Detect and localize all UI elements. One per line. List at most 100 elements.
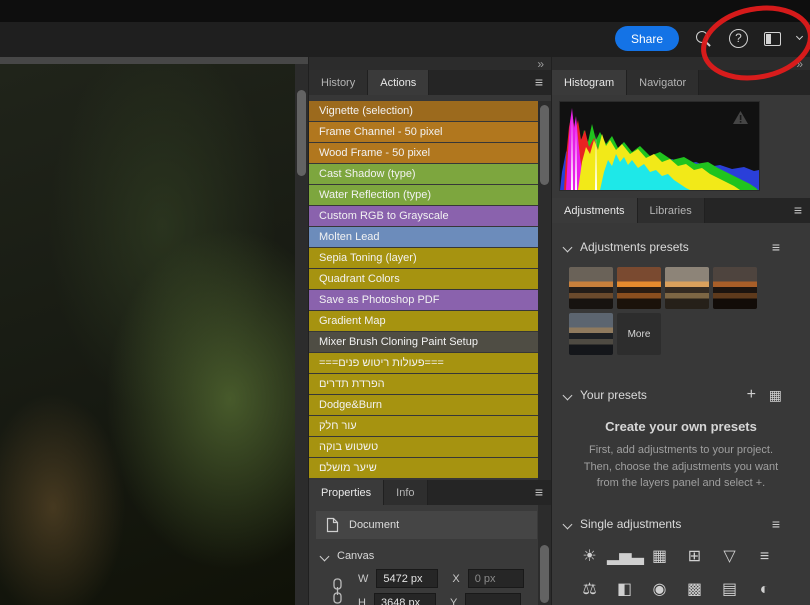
preset-thumbnails (569, 267, 764, 355)
search-icon[interactable] (695, 30, 713, 48)
preset-2-thumbnail[interactable] (617, 267, 661, 309)
x-field[interactable]: 0 px (468, 569, 524, 588)
collapse-panels-icon[interactable]: » (537, 59, 544, 69)
action-item[interactable]: Wood Frame - 50 pixel (309, 143, 538, 163)
action-item[interactable]: Save as Photoshop PDF (309, 290, 538, 310)
histogram-image (559, 101, 760, 191)
empty-state-line1: First, add adjustments to your project. (552, 444, 810, 456)
preset-4-thumbnail[interactable] (713, 267, 757, 309)
actions-scrollbar[interactable] (538, 101, 551, 480)
single-adjustments-grid: ☀▂▅▃▦⊞▽≡ ⚖◧◉▩▤◐ (572, 545, 784, 602)
action-item[interactable]: Sepia Toning (layer) (309, 248, 538, 268)
presets-menu-icon[interactable]: ≡ (772, 239, 780, 255)
share-button[interactable]: Share (615, 26, 679, 51)
canvas-scrollbar[interactable] (295, 64, 308, 605)
action-item[interactable]: Frame Channel - 50 pixel (309, 122, 538, 142)
right-panel: » Histogram Navigator (551, 57, 810, 605)
height-label: H (358, 597, 366, 605)
preset-1-thumbnail[interactable] (569, 267, 613, 309)
empty-state-line2: Then, choose the adjustments you want (552, 461, 810, 473)
histogram-body (552, 95, 810, 198)
adjustments-presets-header[interactable]: Adjustments presets ≡ (564, 240, 798, 254)
chevron-down-icon (563, 242, 573, 252)
adjustments-body: Adjustments presets ≡ More Your presets … (552, 223, 810, 605)
action-item[interactable]: Cast Shadow (type) (309, 164, 538, 184)
photo-image (0, 64, 295, 605)
grid-view-icon[interactable]: ▦ (769, 387, 782, 404)
single-adjustments-label: Single adjustments (580, 517, 681, 531)
single-adjustments-menu-icon[interactable]: ≡ (772, 516, 780, 532)
brightness-contrast-icon[interactable]: ☀ (572, 545, 607, 569)
action-item[interactable]: עור חלק (309, 416, 538, 436)
single-adjustments-header[interactable]: Single adjustments ≡ (564, 517, 798, 531)
help-icon[interactable]: ? (729, 29, 748, 48)
photo-filter-icon[interactable]: ◉ (642, 578, 677, 602)
action-item[interactable]: Quadrant Colors (309, 269, 538, 289)
channel-mixer-icon[interactable]: ▩ (677, 578, 712, 602)
your-presets-header[interactable]: Your presets + ▦ (564, 388, 798, 402)
actions-tabbar: History Actions ≡ (309, 70, 551, 95)
panel-group-header: » (309, 57, 551, 70)
black-white-icon[interactable]: ◧ (607, 578, 642, 602)
action-item[interactable]: Custom RGB to Grayscale (309, 206, 538, 226)
action-item[interactable]: שיער מושלם (309, 458, 538, 478)
action-item[interactable]: Mixer Brush Cloning Paint Setup (309, 332, 538, 352)
tab-libraries[interactable]: Libraries (638, 198, 705, 223)
panel-menu-icon[interactable]: ≡ (535, 74, 543, 90)
your-presets-label: Your presets (580, 388, 647, 402)
adjustments-presets-label: Adjustments presets (580, 240, 689, 254)
properties-scrollbar[interactable] (538, 505, 551, 605)
action-item[interactable]: Dodge&Burn (309, 395, 538, 415)
histogram-tabbar: Histogram Navigator (552, 70, 810, 95)
more-presets-button[interactable]: More (617, 313, 661, 355)
curves-icon[interactable]: ▦ (642, 545, 677, 569)
link-dimensions-icon[interactable] (331, 578, 344, 604)
canvas-section-header[interactable]: Canvas (321, 550, 374, 562)
document-label: Document (349, 519, 399, 531)
empty-state-line3: from the layers panel and select +. (552, 477, 810, 489)
width-field[interactable]: 5472 px (376, 569, 438, 588)
action-item[interactable]: Gradient Map (309, 311, 538, 331)
tab-properties[interactable]: Properties (309, 480, 384, 505)
tab-histogram[interactable]: Histogram (552, 70, 627, 95)
properties-tabbar: Properties Info ≡ (309, 480, 551, 505)
vibrance-icon[interactable]: ▽ (712, 545, 747, 569)
tab-info[interactable]: Info (384, 480, 427, 505)
chevron-down-icon[interactable] (796, 33, 803, 40)
preset-5-thumbnail[interactable] (569, 313, 613, 355)
action-item[interactable]: ===פעולות ריטוש פנים=== (309, 353, 538, 373)
topbar: Share ? (0, 0, 810, 57)
width-label: W (358, 573, 368, 585)
action-item[interactable]: הפרדת תדרים (309, 374, 538, 394)
action-item[interactable]: Vignette (selection) (309, 101, 538, 121)
add-preset-icon[interactable]: + (747, 386, 756, 404)
action-item[interactable]: Water Reflection (type) (309, 185, 538, 205)
color-lookup-icon[interactable]: ▤ (712, 578, 747, 602)
exposure-icon[interactable]: ⊞ (677, 545, 712, 569)
hue-saturation-icon[interactable]: ≡ (747, 545, 782, 569)
color-balance-icon[interactable]: ⚖ (572, 578, 607, 602)
y-field[interactable] (465, 593, 521, 605)
collapse-panels-icon[interactable]: » (796, 59, 803, 69)
document-canvas[interactable] (0, 57, 308, 605)
actions-list: Vignette (selection)Frame Channel - 50 p… (309, 101, 538, 480)
tab-history[interactable]: History (309, 70, 368, 95)
invert-icon[interactable]: ◐ (747, 578, 782, 602)
panel-layout-icon[interactable] (764, 32, 781, 46)
action-item[interactable]: טשטוש בוקה (309, 437, 538, 457)
create-presets-title: Create your own presets (552, 419, 810, 434)
tab-navigator[interactable]: Navigator (627, 70, 699, 95)
panel-menu-icon[interactable]: ≡ (535, 484, 543, 500)
chevron-down-icon (320, 551, 330, 561)
warning-icon[interactable] (732, 110, 749, 125)
tab-adjustments[interactable]: Adjustments (552, 198, 638, 223)
panel-group-header: » (552, 57, 810, 70)
action-item[interactable]: Molten Lead (309, 227, 538, 247)
levels-icon[interactable]: ▂▅▃ (607, 545, 642, 569)
properties-panel: Properties Info ≡ Document Canvas W 5472… (308, 480, 551, 605)
panel-menu-icon[interactable]: ≡ (794, 202, 802, 218)
preset-3-thumbnail[interactable] (665, 267, 709, 309)
actions-panel: » History Actions ≡ Vignette (selection)… (308, 57, 551, 480)
tab-actions[interactable]: Actions (368, 70, 429, 95)
height-field[interactable]: 3648 px (374, 593, 436, 605)
